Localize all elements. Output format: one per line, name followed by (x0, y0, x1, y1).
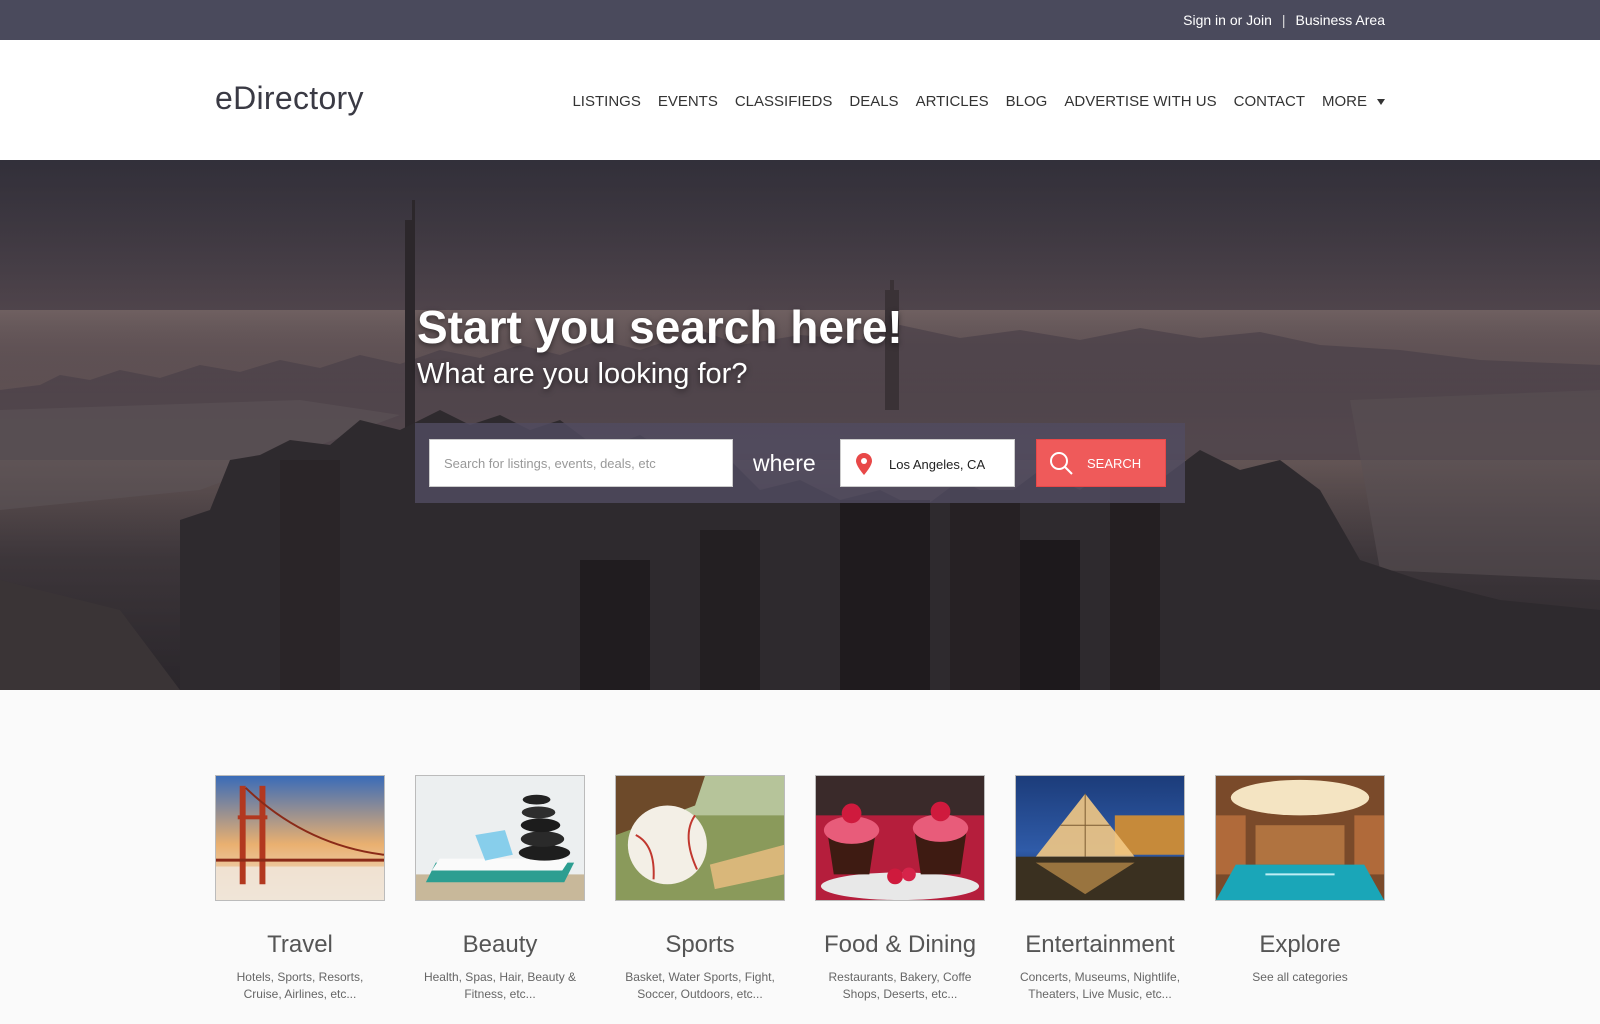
category-name-sports[interactable]: Sports (615, 931, 785, 959)
nav-more[interactable]: MORE (1322, 93, 1385, 110)
hero-subtitle: What are you looking for? (417, 358, 748, 390)
search-button[interactable]: SEARCH (1036, 439, 1166, 487)
nav-more-label: MORE (1322, 93, 1367, 110)
search-icon (1050, 452, 1073, 475)
location-input[interactable] (889, 450, 1009, 478)
nav-classifieds[interactable]: CLASSIFIEDS (735, 93, 833, 110)
category-card-sports[interactable]: Sports Basket, Water Sports, Fight, Socc… (615, 775, 785, 1003)
hero-title: Start you search here! (417, 301, 903, 353)
main-nav: LISTINGS EVENTS CLASSIFIEDS DEALS ARTICL… (572, 93, 1385, 110)
nav-listings[interactable]: LISTINGS (572, 93, 640, 110)
category-name-food-dining[interactable]: Food & Dining (815, 931, 985, 959)
nav-articles[interactable]: ARTICLES (916, 93, 989, 110)
travel-image[interactable] (215, 775, 385, 901)
category-desc-entertainment: Concerts, Museums, Nightlife, Theaters, … (1019, 970, 1181, 1001)
category-name-entertainment[interactable]: Entertainment (1015, 931, 1185, 959)
top-bar: Sign in or Join | Business Area (0, 0, 1600, 40)
explore-image[interactable] (1215, 775, 1385, 901)
category-card-food-dining[interactable]: Food & Dining Restaurants, Bakery, Coffe… (815, 775, 985, 1003)
category-desc-explore: See all categories (1252, 970, 1348, 984)
business-area-link[interactable]: Business Area (1296, 12, 1386, 28)
search-button-label: SEARCH (1087, 455, 1142, 471)
category-desc-food-dining: Restaurants, Bakery, Coffe Shops, Desert… (828, 970, 972, 1001)
category-card-explore[interactable]: Explore See all categories (1215, 775, 1385, 986)
category-name-explore[interactable]: Explore (1215, 931, 1385, 959)
beauty-image[interactable] (415, 775, 585, 901)
categories-section: Travel Hotels, Sports, Resorts, Cruise, … (215, 775, 1385, 1015)
site-logo[interactable]: eDirectory (215, 80, 364, 117)
category-name-travel[interactable]: Travel (215, 931, 385, 959)
location-pin-icon (856, 453, 872, 475)
top-bar-links: Sign in or Join | Business Area (1183, 12, 1385, 28)
category-card-travel[interactable]: Travel Hotels, Sports, Resorts, Cruise, … (215, 775, 385, 1003)
location-field[interactable] (840, 439, 1015, 487)
food-dining-image[interactable] (815, 775, 985, 901)
hero-banner: Start you search here! What are you look… (0, 160, 1600, 690)
top-bar-separator: | (1281, 12, 1286, 28)
category-desc-beauty: Health, Spas, Hair, Beauty & Fitness, et… (423, 970, 577, 1001)
category-desc-travel: Hotels, Sports, Resorts, Cruise, Airline… (236, 970, 364, 1001)
where-label: where (753, 450, 816, 476)
nav-deals[interactable]: DEALS (849, 93, 898, 110)
site-header: eDirectory LISTINGS EVENTS CLASSIFIEDS D… (0, 40, 1600, 160)
nav-events[interactable]: EVENTS (658, 93, 718, 110)
chevron-down-icon (1377, 99, 1385, 106)
category-card-beauty[interactable]: Beauty Health, Spas, Hair, Beauty & Fitn… (415, 775, 585, 1003)
category-card-entertainment[interactable]: Entertainment Concerts, Museums, Nightli… (1015, 775, 1185, 1003)
sign-in-join-link[interactable]: Sign in or Join (1183, 12, 1272, 28)
search-input[interactable] (429, 439, 733, 487)
nav-advertise[interactable]: ADVERTISE WITH US (1064, 93, 1216, 110)
nav-blog[interactable]: BLOG (1006, 93, 1048, 110)
search-panel: where SEARCH (415, 423, 1185, 503)
entertainment-image[interactable] (1015, 775, 1185, 901)
nav-contact[interactable]: CONTACT (1234, 93, 1305, 110)
category-desc-sports: Basket, Water Sports, Fight, Soccer, Out… (625, 970, 775, 1001)
sports-image[interactable] (615, 775, 785, 901)
category-name-beauty[interactable]: Beauty (415, 931, 585, 959)
